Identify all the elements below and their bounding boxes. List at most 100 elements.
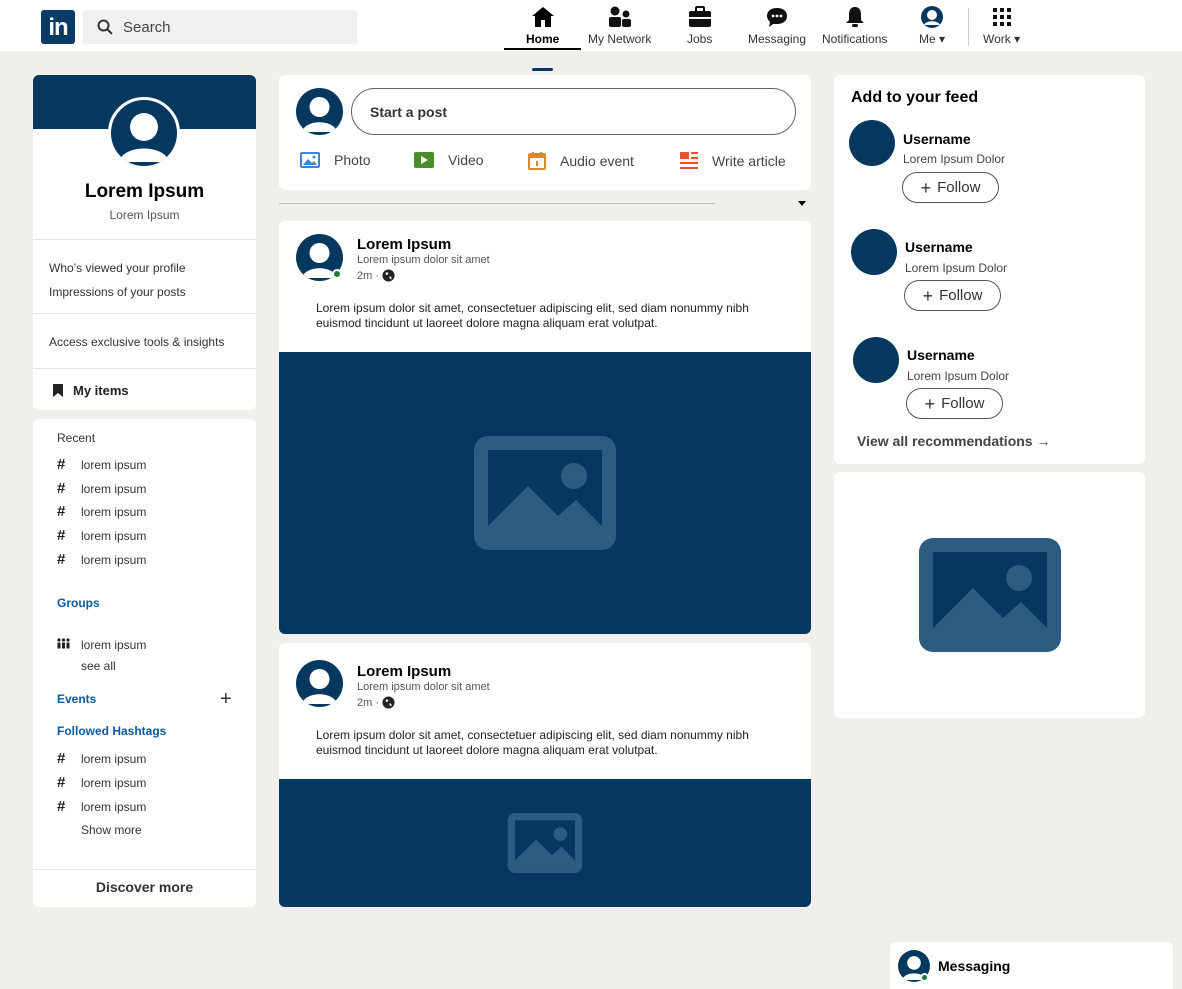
recent-item[interactable]: # lorem ipsum — [57, 527, 146, 544]
online-status-dot — [920, 973, 929, 982]
hashtag-item[interactable]: # lorem ipsum — [57, 750, 146, 767]
divider — [33, 869, 256, 870]
nav-my-network[interactable]: My Network — [588, 5, 651, 51]
add-event-button[interactable]: + — [220, 689, 232, 709]
photo-button[interactable]: Photo — [300, 152, 371, 168]
globe-icon — [382, 269, 395, 282]
my-items-link[interactable]: My items — [53, 383, 129, 398]
compose-card: Start a post Photo Video Audio event Wri… — [279, 75, 811, 190]
chevron-down-icon: ▾ — [939, 32, 946, 46]
post-body: Lorem ipsum dolor sit amet, consectetuer… — [316, 728, 749, 757]
recent-title: Recent — [57, 431, 96, 445]
online-status-dot — [332, 269, 342, 279]
add-to-feed-card: Add to your feed Username Lorem Ipsum Do… — [834, 75, 1145, 464]
post-image[interactable] — [279, 352, 811, 634]
linkedin-logo[interactable]: in — [41, 10, 75, 44]
recent-item[interactable]: # lorem ipsum — [57, 480, 146, 497]
divider — [33, 313, 256, 314]
recommendation-name[interactable]: Username — [905, 239, 973, 255]
see-all-groups-link[interactable]: see all — [81, 659, 116, 673]
recommendation-name[interactable]: Username — [903, 131, 971, 147]
post-author-name[interactable]: Lorem Ipsum — [357, 663, 451, 680]
start-post-input[interactable]: Start a post — [351, 88, 796, 135]
feed-post: Lorem Ipsum Lorem ipsum dolor sit amet 2… — [279, 221, 811, 634]
nav-messaging[interactable]: Messaging — [748, 5, 806, 51]
plus-icon: + — [924, 393, 936, 414]
write-article-button[interactable]: Write article — [680, 152, 786, 169]
hashtag-icon: # — [57, 456, 66, 473]
ad-banner[interactable] — [834, 472, 1145, 718]
recommendation-avatar[interactable] — [849, 120, 895, 166]
chevron-down-icon: ▾ — [1014, 32, 1021, 46]
follow-button[interactable]: + Follow — [902, 172, 999, 203]
photo-icon — [300, 152, 320, 168]
nav-jobs[interactable]: Jobs — [687, 5, 712, 51]
plus-icon: + — [920, 177, 932, 198]
group-item[interactable]: lorem ipsum — [57, 636, 146, 653]
profile-viewers-link[interactable]: Who’s viewed your profile — [49, 261, 186, 275]
profile-avatar[interactable] — [108, 97, 180, 169]
view-all-recommendations-link[interactable]: View all recommendations → — [857, 433, 1050, 449]
nav-notifications[interactable]: Notifications — [822, 5, 887, 51]
post-author-name[interactable]: Lorem Ipsum — [357, 236, 451, 253]
bell-icon — [845, 7, 864, 27]
hashtag-icon: # — [57, 774, 66, 791]
bookmark-icon — [53, 384, 63, 397]
follow-button[interactable]: + Follow — [906, 388, 1003, 419]
recommendation-avatar[interactable] — [851, 229, 897, 275]
hashtag-item[interactable]: # lorem ipsum — [57, 774, 146, 791]
profile-name[interactable]: Lorem Ipsum — [33, 181, 256, 203]
post-impressions-link[interactable]: Impressions of your posts — [49, 285, 186, 299]
hashtag-icon: # — [57, 551, 66, 568]
search-placeholder: Search — [123, 18, 171, 36]
post-author-headline: Lorem ipsum dolor sit amet — [357, 254, 490, 266]
feed-card-title: Add to your feed — [851, 89, 979, 106]
events-title[interactable]: Events — [57, 692, 96, 706]
active-tab-indicator — [504, 48, 581, 50]
video-icon — [414, 152, 434, 168]
hashtag-icon: # — [57, 750, 66, 767]
search-input[interactable]: Search — [83, 10, 357, 44]
image-placeholder-icon — [507, 813, 583, 873]
video-button[interactable]: Video — [414, 152, 484, 168]
calendar-icon — [528, 152, 546, 170]
followed-hashtags-title[interactable]: Followed Hashtags — [57, 724, 166, 738]
user-avatar[interactable] — [296, 88, 343, 135]
divider — [33, 239, 256, 240]
recommendation-name[interactable]: Username — [907, 347, 975, 363]
audio-event-button[interactable]: Audio event — [528, 152, 634, 170]
sort-dropdown-icon[interactable] — [798, 201, 806, 206]
recent-item[interactable]: # lorem ipsum — [57, 456, 146, 473]
hashtag-item[interactable]: # lorem ipsum — [57, 798, 146, 815]
nav-jobs-label: Jobs — [687, 32, 713, 46]
recommendation-subtitle: Lorem Ipsum Dolor — [905, 261, 1008, 275]
hashtag-icon: # — [57, 480, 66, 497]
nav-home[interactable]: Home — [526, 5, 559, 51]
messaging-tray[interactable]: Messaging — [890, 942, 1173, 989]
discover-more-link[interactable]: Discover more — [33, 879, 256, 895]
recommendation-avatar[interactable] — [853, 337, 899, 383]
post-meta: 2m · — [357, 696, 395, 709]
recent-item[interactable]: # lorem ipsum — [57, 551, 146, 568]
messaging-label: Messaging — [938, 957, 1011, 974]
premium-link[interactable]: Access exclusive tools & insights — [49, 335, 224, 349]
post-author-headline: Lorem ipsum dolor sit amet — [357, 681, 490, 693]
nav-me-label: Me ▾ — [919, 32, 946, 46]
nav-me[interactable]: Me ▾ — [919, 5, 945, 51]
home-icon — [531, 7, 554, 27]
post-image[interactable] — [279, 779, 811, 907]
follow-button[interactable]: + Follow — [904, 280, 1001, 311]
show-more-link[interactable]: Show more — [81, 823, 142, 837]
chat-icon — [767, 8, 788, 27]
avatar-icon — [921, 6, 944, 28]
nav-work[interactable]: Work ▾ — [983, 5, 1020, 51]
recommendation-subtitle: Lorem Ipsum Dolor — [907, 369, 1010, 383]
group-icon — [57, 636, 81, 653]
groups-title[interactable]: Groups — [57, 596, 100, 610]
divider — [33, 368, 256, 369]
post-author-avatar[interactable] — [296, 660, 343, 707]
search-icon — [97, 19, 113, 35]
recent-item[interactable]: # lorem ipsum — [57, 503, 146, 520]
network-icon — [608, 6, 631, 27]
nav-divider — [968, 8, 969, 46]
